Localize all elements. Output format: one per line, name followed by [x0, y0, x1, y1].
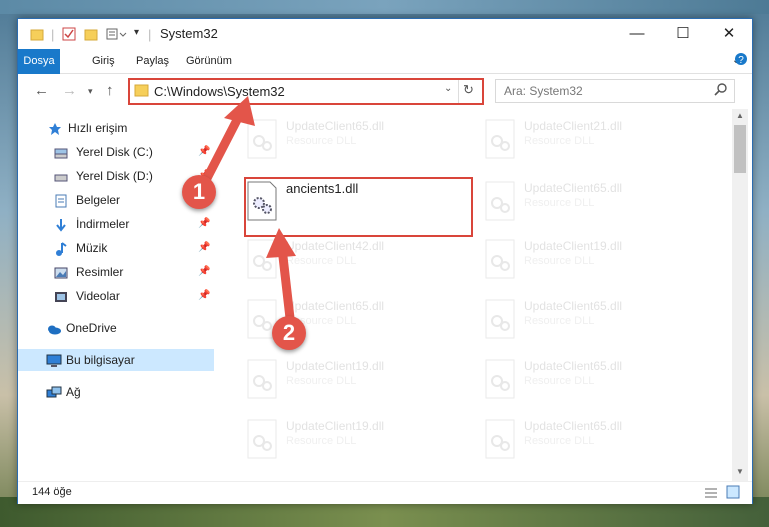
- step-2-badge: 2: [272, 316, 306, 350]
- annotation-overlay: [197, 96, 296, 323]
- arrow-1-head: [224, 96, 255, 126]
- arrow-2: [277, 243, 295, 323]
- arrow-2-head: [266, 228, 296, 258]
- step-1-badge: 1: [182, 175, 216, 209]
